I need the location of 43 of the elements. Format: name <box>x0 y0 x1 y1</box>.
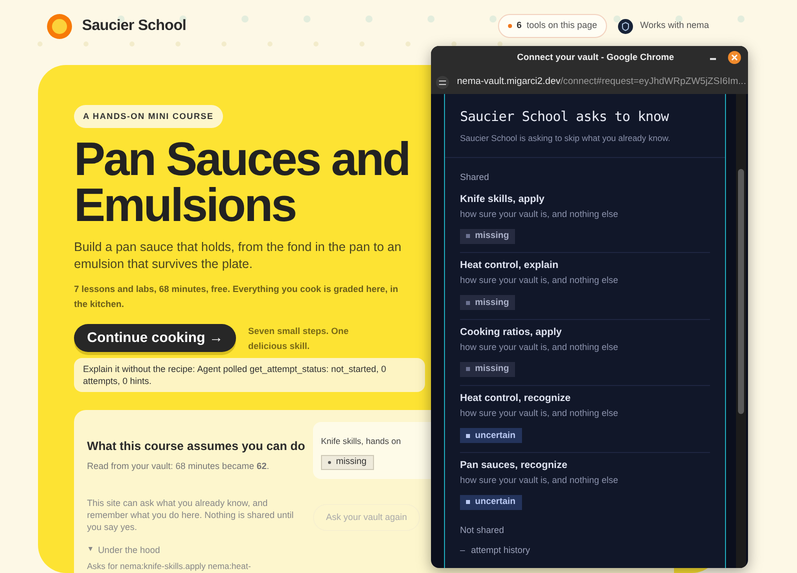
skill-label: Knife skills, hands on <box>321 434 401 448</box>
popup-heading: Saucier School asks to know <box>460 108 669 127</box>
site-name: Saucier School <box>82 16 186 36</box>
agent-note: Explain it without the recipe: Agent polled get_attempt_status: not_started, 0 attempts, 0 hints. <box>74 358 425 392</box>
works-with-label: Works with nema <box>640 19 709 32</box>
scrollbar[interactable] <box>736 94 746 568</box>
asks-for-text: Asks for nema:knife-skills.apply nema:heat- <box>87 560 251 572</box>
dash-marker: – <box>460 544 466 556</box>
skill-title: Cooking ratios, apply <box>460 326 562 340</box>
tools-badge[interactable]: 6 tools on this page <box>498 14 608 38</box>
shared-label: Shared <box>460 171 490 184</box>
skill-title: Pan sauces, recognize <box>460 458 568 472</box>
popup-window-title: Connect your vault - Google Chrome <box>517 51 674 64</box>
skill-note: how sure your vault is, and nothing else <box>460 407 618 420</box>
popup-subheading: Saucier School is asking to skip what you already know. <box>460 132 670 145</box>
status-chip: uncertain <box>460 428 522 443</box>
logo-icon <box>47 14 72 38</box>
status-chip: missing <box>460 295 516 310</box>
skill-note: how sure your vault is, and nothing else <box>460 208 618 220</box>
skill-title: Knife skills, apply <box>460 192 544 206</box>
assumes-subtitle: Read from your vault: 68 minutes became 62. <box>87 460 270 473</box>
course-lead: Build a pan sauce that holds, from the fond in the pan to an emulsion that survives the plate. <box>74 238 402 273</box>
continue-button[interactable]: Continue cooking → <box>74 324 236 352</box>
skill-note: how sure your vault is, and nothing else <box>460 340 618 354</box>
status-chip: uncertain <box>460 494 522 510</box>
status-chip: missing <box>460 228 516 244</box>
skill-title: Heat control, recognize <box>460 392 571 406</box>
site-settings-icon[interactable] <box>436 76 449 88</box>
course-meta: 7 lessons and labs, 68 minutes, free. Everything you cook is graded here, in the kitchen. <box>74 282 400 311</box>
consent-text: This site can ask what you already know, and remember what you do here. Nothing is shared until you say yes. <box>87 496 295 533</box>
assumes-title: What this course assumes you can do <box>87 438 306 455</box>
course-title: Pan Sauces and Emulsions <box>74 136 410 228</box>
skill-note: how sure your vault is, and nothing else <box>460 274 618 287</box>
skill-note: how sure your vault is, and nothing else <box>460 474 618 486</box>
close-icon[interactable] <box>728 51 741 64</box>
not-shared-item: attempt history <box>471 544 530 557</box>
shield-icon <box>618 18 634 34</box>
skill-title: Heat control, explain <box>460 259 558 273</box>
eyebrow-pill: A HANDS-ON MINI COURSE <box>74 105 223 128</box>
status-chip: missing <box>460 362 516 376</box>
not-shared-label: Not shared <box>460 524 504 537</box>
status-chip: missing <box>321 454 374 470</box>
cta-note: Seven small steps. One delicious skill. <box>248 324 350 353</box>
